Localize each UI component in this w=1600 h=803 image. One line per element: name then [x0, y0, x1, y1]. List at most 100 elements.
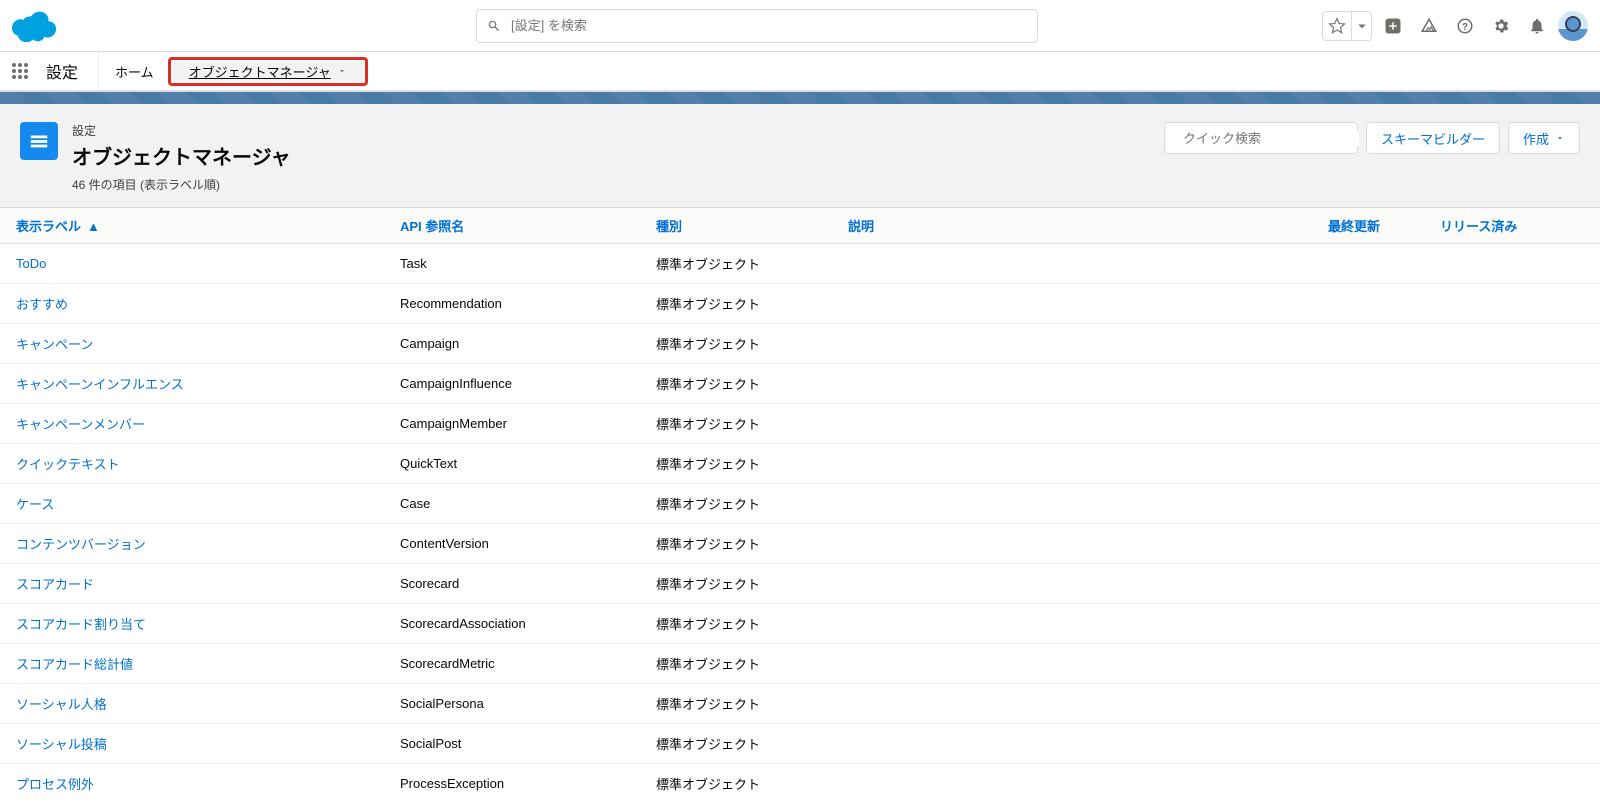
quick-find[interactable] [1164, 122, 1358, 154]
quick-find-input[interactable] [1183, 131, 1359, 146]
object-desc [832, 564, 1312, 604]
nav-home-label: ホーム [115, 62, 154, 81]
object-type: 標準オブジェクト [640, 404, 832, 444]
object-type: 標準オブジェクト [640, 284, 832, 324]
object-label-link[interactable]: プロセス例外 [0, 764, 384, 803]
table-row: スコアカードScorecard標準オブジェクト [0, 564, 1600, 604]
object-label-link[interactable]: おすすめ [0, 284, 384, 324]
object-label-link[interactable]: ToDo [0, 244, 384, 284]
object-desc [832, 244, 1312, 284]
col-updated[interactable]: 最終更新 [1312, 208, 1424, 244]
breadcrumb: 設定 [72, 122, 1164, 139]
gear-icon [1492, 17, 1510, 35]
favorite-dropdown[interactable] [1352, 11, 1372, 41]
object-api-name: CampaignInfluence [384, 364, 640, 404]
object-released [1424, 364, 1600, 404]
object-updated [1312, 244, 1424, 284]
object-updated [1312, 324, 1424, 364]
page-title: オブジェクトマネージャ [72, 141, 1164, 170]
object-updated [1312, 444, 1424, 484]
schema-builder-label: スキーマビルダー [1381, 129, 1485, 148]
highlight-annotation: オブジェクトマネージャ [168, 57, 368, 86]
col-api[interactable]: API 参照名 [384, 208, 640, 244]
object-updated [1312, 284, 1424, 324]
object-label-link[interactable]: スコアカード割り当て [0, 604, 384, 644]
object-label-link[interactable]: クイックテキスト [0, 444, 384, 484]
star-icon [1328, 17, 1346, 35]
col-label[interactable]: 表示ラベル▲ [0, 208, 384, 244]
global-search-input[interactable] [511, 18, 1027, 33]
object-label-link[interactable]: スコアカード総計値 [0, 644, 384, 684]
object-updated [1312, 564, 1424, 604]
object-type: 標準オブジェクト [640, 644, 832, 684]
object-label-link[interactable]: スコアカード [0, 564, 384, 604]
trailhead-button[interactable] [1414, 11, 1444, 41]
object-api-name: QuickText [384, 444, 640, 484]
object-label-link[interactable]: キャンペーンメンバー [0, 404, 384, 444]
nav-object-manager-label: オブジェクトマネージャ [189, 62, 331, 81]
object-updated [1312, 764, 1424, 803]
object-api-name: Scorecard [384, 564, 640, 604]
search-icon [487, 19, 501, 33]
object-label-link[interactable]: ケース [0, 484, 384, 524]
object-desc [832, 764, 1312, 803]
object-released [1424, 244, 1600, 284]
object-label-link[interactable]: ソーシャル投稿 [0, 724, 384, 764]
salesforce-logo[interactable] [12, 10, 58, 42]
object-released [1424, 404, 1600, 444]
object-type: 標準オブジェクト [640, 244, 832, 284]
object-api-name: Recommendation [384, 284, 640, 324]
object-api-name: SocialPost [384, 724, 640, 764]
col-type[interactable]: 種別 [640, 208, 832, 244]
favorite-button[interactable] [1322, 11, 1352, 41]
object-released [1424, 484, 1600, 524]
setup-button[interactable] [1486, 11, 1516, 41]
object-label-link[interactable]: ソーシャル人格 [0, 684, 384, 724]
app-name: 設定 [40, 52, 99, 90]
col-desc[interactable]: 説明 [832, 208, 1312, 244]
object-desc [832, 604, 1312, 644]
object-released [1424, 764, 1600, 803]
plus-icon [1384, 17, 1402, 35]
object-type: 標準オブジェクト [640, 604, 832, 644]
object-label-link[interactable]: コンテンツバージョン [0, 524, 384, 564]
user-avatar[interactable] [1558, 11, 1588, 41]
create-button[interactable]: 作成 [1508, 122, 1580, 154]
object-type: 標準オブジェクト [640, 444, 832, 484]
global-header: ? [0, 0, 1600, 52]
object-desc [832, 364, 1312, 404]
object-desc [832, 684, 1312, 724]
object-api-name: Task [384, 244, 640, 284]
table-row: スコアカード総計値ScorecardMetric標準オブジェクト [0, 644, 1600, 684]
object-label-link[interactable]: キャンペーン [0, 324, 384, 364]
table-row: おすすめRecommendation標準オブジェクト [0, 284, 1600, 324]
object-desc [832, 724, 1312, 764]
object-table-scroll[interactable]: 表示ラベル▲ API 参照名 種別 説明 最終更新 リリース済み ToDoTas… [0, 208, 1600, 803]
object-released [1424, 684, 1600, 724]
object-updated [1312, 404, 1424, 444]
object-api-name: Campaign [384, 324, 640, 364]
object-label-link[interactable]: キャンペーンインフルエンス [0, 364, 384, 404]
table-row: コンテンツバージョンContentVersion標準オブジェクト [0, 524, 1600, 564]
object-released [1424, 644, 1600, 684]
header-actions: ? [1322, 11, 1588, 41]
schema-builder-button[interactable]: スキーマビルダー [1366, 122, 1500, 154]
table-row: ToDoTask標準オブジェクト [0, 244, 1600, 284]
object-type: 標準オブジェクト [640, 524, 832, 564]
help-button[interactable]: ? [1450, 11, 1480, 41]
object-desc [832, 444, 1312, 484]
app-launcher[interactable] [0, 63, 40, 79]
nav-object-manager[interactable]: オブジェクトマネージャ [173, 62, 363, 81]
object-manager-icon [20, 122, 58, 160]
svg-text:?: ? [1462, 21, 1468, 32]
object-desc [832, 284, 1312, 324]
global-add-button[interactable] [1378, 11, 1408, 41]
notifications-button[interactable] [1522, 11, 1552, 41]
object-type: 標準オブジェクト [640, 684, 832, 724]
sort-asc-icon: ▲ [87, 219, 100, 234]
global-search[interactable] [476, 9, 1038, 43]
col-released[interactable]: リリース済み [1424, 208, 1600, 244]
object-desc [832, 644, 1312, 684]
object-updated [1312, 364, 1424, 404]
nav-home[interactable]: ホーム [99, 52, 170, 90]
